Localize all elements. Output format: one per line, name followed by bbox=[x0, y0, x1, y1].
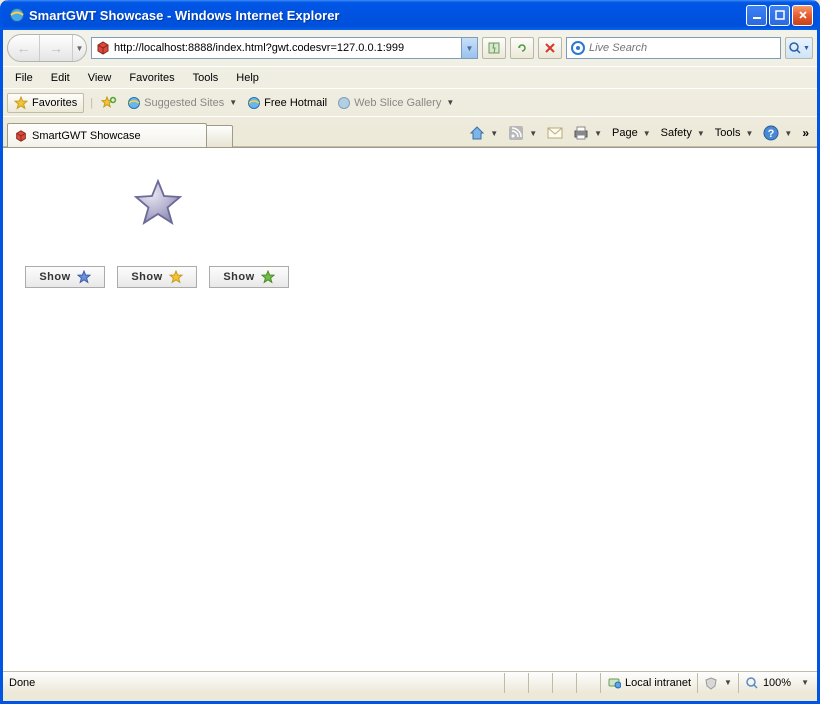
button-row: Show Show Show bbox=[25, 266, 289, 288]
computer-icon bbox=[607, 676, 621, 690]
show-blue-button[interactable]: Show bbox=[25, 266, 105, 288]
menu-view[interactable]: View bbox=[80, 70, 120, 86]
tab-title: SmartGWT Showcase bbox=[32, 130, 141, 142]
suggested-sites-link[interactable]: Suggested Sites ▼ bbox=[125, 94, 239, 112]
refresh-button[interactable] bbox=[510, 37, 534, 59]
protected-mode[interactable]: ▼ bbox=[697, 673, 738, 693]
printer-icon bbox=[573, 125, 589, 141]
show-green-button[interactable]: Show bbox=[209, 266, 289, 288]
address-input[interactable] bbox=[114, 42, 461, 54]
web-slice-label: Web Slice Gallery bbox=[354, 97, 441, 109]
show-label: Show bbox=[39, 271, 70, 283]
status-bar: Done Local intranet ▼ 100% ▼ bbox=[3, 671, 817, 693]
zoom-label: 100% bbox=[763, 677, 791, 689]
tools-label: Tools bbox=[715, 127, 741, 139]
favorites-button[interactable]: Favorites bbox=[7, 93, 84, 113]
menu-help[interactable]: Help bbox=[228, 70, 267, 86]
maximize-button[interactable] bbox=[769, 5, 790, 26]
broken-page-icon bbox=[487, 41, 501, 55]
star-yellow-icon bbox=[169, 270, 183, 284]
forward-button[interactable]: → bbox=[40, 35, 72, 61]
safety-label: Safety bbox=[661, 127, 692, 139]
compat-view-button[interactable] bbox=[482, 37, 506, 59]
new-tab-button[interactable] bbox=[207, 125, 233, 147]
back-button[interactable]: ← bbox=[8, 35, 40, 61]
nav-history-dropdown[interactable]: ▼ bbox=[72, 35, 86, 61]
address-dropdown[interactable]: ▼ bbox=[461, 38, 477, 58]
menu-tools[interactable]: Tools bbox=[185, 70, 227, 86]
tab-bar: SmartGWT Showcase ▼ ▼ bbox=[3, 116, 817, 146]
page-content: Show Show Show bbox=[3, 147, 817, 671]
favorites-bar: Favorites | Suggested Sites ▼ Free Hotma… bbox=[3, 88, 817, 116]
free-hotmail-label: Free Hotmail bbox=[264, 97, 327, 109]
shield-off-icon bbox=[704, 676, 718, 690]
close-button[interactable] bbox=[792, 5, 813, 26]
ie-page-icon bbox=[127, 96, 141, 110]
address-bar[interactable]: ▼ bbox=[91, 37, 478, 59]
command-bar: ▼ ▼ ▼ Page▼ Safet bbox=[465, 123, 813, 146]
page-label: Page bbox=[612, 127, 638, 139]
home-icon bbox=[469, 125, 485, 141]
search-input[interactable] bbox=[589, 42, 780, 54]
home-button[interactable]: ▼ bbox=[465, 123, 502, 143]
suggested-sites-label: Suggested Sites bbox=[144, 97, 224, 109]
nav-back-forward: ← → ▼ bbox=[7, 34, 87, 62]
menu-file[interactable]: File bbox=[7, 70, 41, 86]
search-go-button[interactable]: ▼ bbox=[785, 37, 813, 59]
svg-text:?: ? bbox=[768, 128, 775, 140]
menu-favorites[interactable]: Favorites bbox=[121, 70, 182, 86]
site-cube-icon bbox=[95, 40, 111, 56]
ie-page-icon bbox=[337, 96, 351, 110]
status-pane bbox=[504, 673, 528, 693]
print-button[interactable]: ▼ bbox=[569, 123, 606, 143]
menu-bar: File Edit View Favorites Tools Help bbox=[3, 66, 817, 88]
site-cube-icon bbox=[14, 129, 28, 143]
bing-icon bbox=[570, 40, 586, 56]
free-hotmail-link[interactable]: Free Hotmail bbox=[245, 94, 329, 112]
command-overflow[interactable]: » bbox=[798, 124, 813, 142]
status-pane bbox=[528, 673, 552, 693]
web-slice-link[interactable]: Web Slice Gallery ▼ bbox=[335, 94, 456, 112]
star-green-icon bbox=[261, 270, 275, 284]
show-yellow-button[interactable]: Show bbox=[117, 266, 197, 288]
nav-toolbar: ← → ▼ ▼ bbox=[3, 30, 817, 66]
ie-page-icon bbox=[247, 96, 261, 110]
help-icon: ? bbox=[763, 125, 779, 141]
safety-menu[interactable]: Safety▼ bbox=[657, 125, 709, 141]
status-pane bbox=[552, 673, 576, 693]
ie-logo-icon bbox=[9, 7, 25, 23]
search-bar[interactable] bbox=[566, 37, 781, 59]
rss-icon bbox=[508, 125, 524, 141]
read-mail-button[interactable] bbox=[543, 124, 567, 142]
menu-edit[interactable]: Edit bbox=[43, 70, 78, 86]
tools-menu[interactable]: Tools▼ bbox=[711, 125, 758, 141]
magnifier-icon bbox=[788, 41, 802, 55]
window-titlebar: SmartGWT Showcase - Windows Internet Exp… bbox=[3, 0, 817, 30]
window-title: SmartGWT Showcase - Windows Internet Exp… bbox=[29, 8, 746, 23]
show-label: Show bbox=[223, 271, 254, 283]
star-icon bbox=[14, 96, 28, 110]
status-text: Done bbox=[5, 677, 35, 689]
show-label: Show bbox=[131, 271, 162, 283]
star-plus-icon bbox=[101, 96, 117, 110]
large-star-image bbox=[133, 178, 183, 228]
star-blue-icon bbox=[77, 270, 91, 284]
status-pane bbox=[576, 673, 600, 693]
favorites-label: Favorites bbox=[32, 97, 77, 109]
security-zone[interactable]: Local intranet bbox=[600, 673, 697, 693]
refresh-icon bbox=[515, 41, 529, 55]
zoom-control[interactable]: 100% ▼ bbox=[738, 673, 815, 693]
zone-label: Local intranet bbox=[625, 677, 691, 689]
minimize-button[interactable] bbox=[746, 5, 767, 26]
help-button[interactable]: ? ▼ bbox=[759, 123, 796, 143]
stop-button[interactable] bbox=[538, 37, 562, 59]
add-favorite-button[interactable] bbox=[99, 94, 119, 112]
tab-active[interactable]: SmartGWT Showcase bbox=[7, 123, 207, 147]
magnifier-icon bbox=[745, 676, 759, 690]
mail-icon bbox=[547, 126, 563, 140]
page-menu[interactable]: Page▼ bbox=[608, 125, 655, 141]
feeds-button[interactable]: ▼ bbox=[504, 123, 541, 143]
stop-icon bbox=[544, 42, 556, 54]
